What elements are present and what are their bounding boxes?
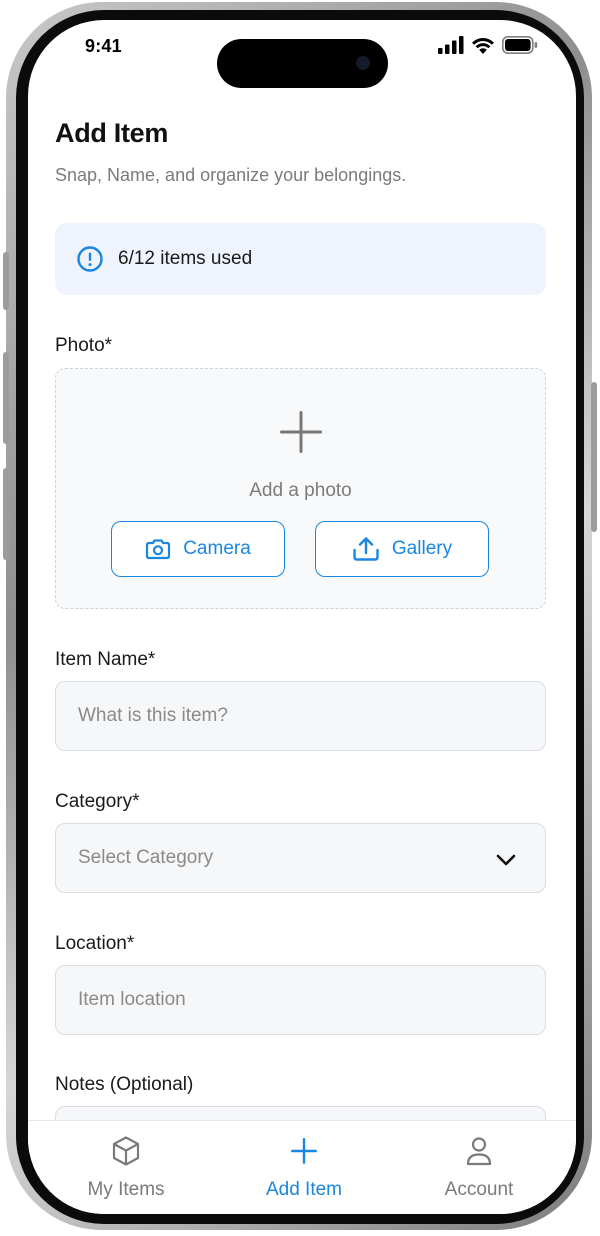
tab-account[interactable]: Account	[404, 1121, 554, 1214]
cellular-signal-icon	[438, 36, 464, 54]
page-title: Add Item	[55, 118, 169, 148]
tab-add-item-label: Add Item	[265, 1179, 343, 1200]
info-icon	[76, 245, 104, 273]
camera-button[interactable]: Camera	[111, 521, 285, 577]
photo-dropzone[interactable]: Add a photo Camera Gallery	[55, 368, 546, 609]
camera-icon	[146, 539, 171, 560]
location-placeholder: Item location	[78, 989, 186, 1010]
tab-bar: My Items Add Item Account	[28, 1120, 576, 1214]
chevron-down-icon	[496, 854, 516, 866]
add-photo-plus-icon	[280, 411, 322, 453]
user-icon	[466, 1137, 492, 1166]
status-icons	[438, 36, 538, 54]
camera-button-label: Camera	[183, 538, 251, 559]
plus-icon	[291, 1138, 317, 1164]
usage-text: 6/12 items used	[118, 248, 253, 269]
gallery-button-label: Gallery	[391, 538, 453, 559]
photo-label: Photo*	[55, 335, 113, 356]
wifi-icon	[472, 38, 494, 54]
category-label: Category*	[55, 791, 140, 812]
notes-label: Notes (Optional)	[55, 1074, 194, 1095]
category-placeholder: Select Category	[78, 847, 214, 868]
location-label: Location*	[55, 933, 135, 954]
status-time: 9:41	[85, 36, 122, 56]
tab-my-items[interactable]: My Items	[51, 1121, 201, 1214]
upload-icon	[353, 537, 379, 561]
dynamic-island	[217, 39, 388, 88]
status-bar: 9:41	[28, 20, 576, 88]
page-subtitle: Snap, Name, and organize your belongings…	[55, 165, 407, 185]
gallery-button[interactable]: Gallery	[315, 521, 489, 577]
item-name-label: Item Name*	[55, 649, 156, 670]
volume-down-button	[3, 468, 9, 560]
cube-icon	[112, 1136, 140, 1166]
usage-banner: 6/12 items used	[55, 223, 546, 295]
category-select[interactable]: Select Category	[55, 823, 546, 893]
add-photo-text: Add a photo	[249, 480, 352, 501]
volume-up-button	[3, 352, 9, 444]
tab-my-items-label: My Items	[87, 1179, 165, 1200]
camera-lens-icon	[356, 56, 370, 70]
location-input[interactable]: Item location	[55, 965, 546, 1035]
action-button	[3, 252, 9, 310]
battery-icon	[502, 36, 538, 54]
item-name-input[interactable]: What is this item?	[55, 681, 546, 751]
app-screen: 9:41 Add Item Snap, Name, and organize y…	[28, 20, 576, 1214]
item-name-placeholder: What is this item?	[78, 705, 228, 726]
tab-add-item[interactable]: Add Item	[229, 1121, 379, 1214]
tab-account-label: Account	[444, 1179, 514, 1200]
power-button	[591, 382, 597, 532]
